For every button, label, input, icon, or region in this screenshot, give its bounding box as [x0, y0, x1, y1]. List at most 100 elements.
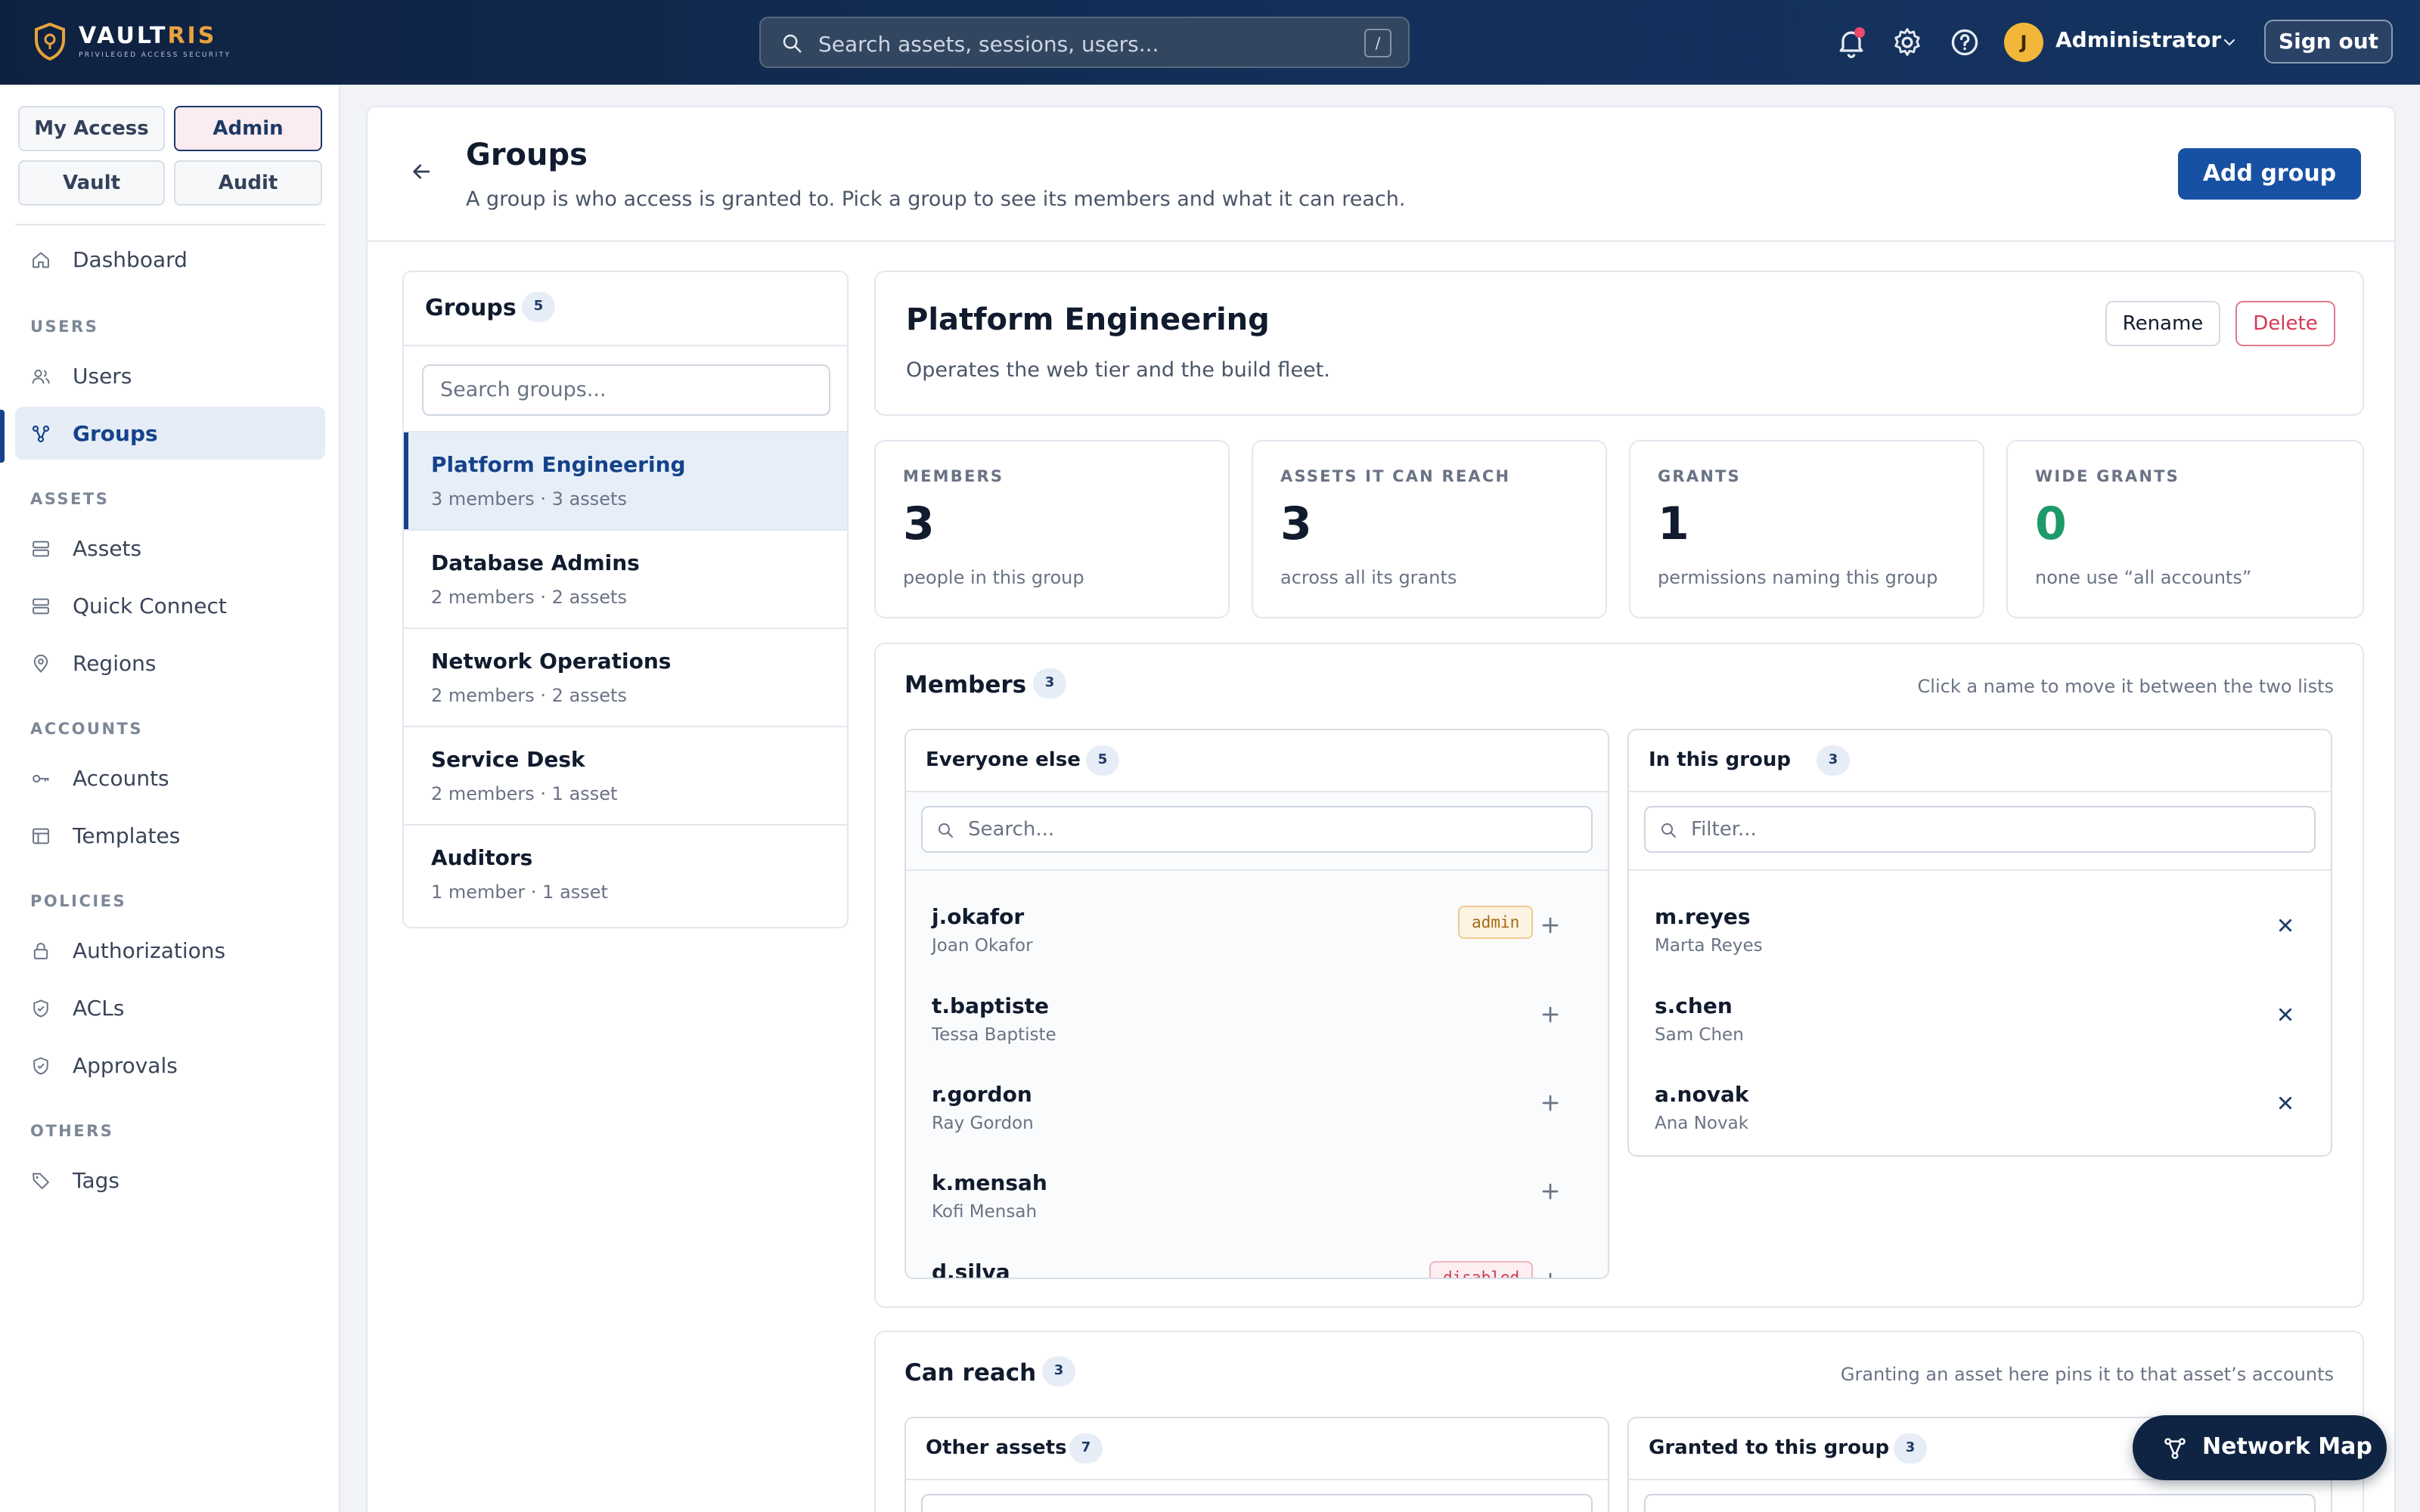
divider [1629, 869, 2331, 871]
brand-tagline: PRIVILEGED ACCESS SECURITY [79, 51, 231, 59]
groups-icon [32, 425, 50, 443]
list-header: Everyone else 5 [906, 730, 1608, 792]
sidebar-item-accounts[interactable]: Accounts [15, 751, 325, 804]
group-item-auditors[interactable]: Auditors 1 member · 1 asset [404, 824, 847, 922]
granted-filter-input[interactable] [1644, 1494, 2316, 1512]
plus-icon[interactable] [1537, 912, 1564, 939]
search-shortcut-key: / [1364, 29, 1392, 57]
sidebar-item-label: Regions [73, 651, 157, 676]
sidebar-item-authorizations[interactable]: Authorizations [15, 924, 325, 977]
add-group-button[interactable]: Add group [2178, 148, 2361, 200]
switch-vault[interactable]: Vault [18, 160, 165, 206]
search-icon [783, 34, 802, 53]
other-assets-list: Other assets 7 [904, 1417, 1609, 1512]
user-menu-name[interactable]: Administrator [2055, 27, 2221, 52]
members-section: Members 3 Click a name to move it betwee… [874, 643, 2364, 1308]
sidebar-item-quick-connect[interactable]: Quick Connect [15, 579, 325, 632]
close-icon[interactable] [2272, 912, 2299, 939]
sidebar-item-regions[interactable]: Regions [15, 637, 325, 689]
gear-icon[interactable] [1891, 26, 1924, 59]
sidebar-item-label: Authorizations [73, 938, 226, 963]
members-title: Members [904, 671, 1027, 699]
full-name: Marta Reyes [1655, 936, 1763, 956]
sidebar-item-dashboard[interactable]: Dashboard [15, 233, 325, 286]
group-item-network-operations[interactable]: Network Operations 2 members · 2 assets [404, 627, 847, 726]
delete-button[interactable]: Delete [2235, 301, 2335, 346]
list-header: Other assets 7 [906, 1418, 1608, 1480]
count-badge: 7 [1069, 1433, 1103, 1464]
main-panel: Groups A group is who access is granted … [366, 106, 2396, 1512]
sidebar-item-acls[interactable]: ACLs [15, 981, 325, 1034]
count-badge: 5 [522, 292, 555, 322]
section-assets: ASSETS [30, 490, 110, 508]
plus-icon[interactable] [1537, 1267, 1564, 1279]
switch-audit[interactable]: Audit [174, 160, 322, 206]
sidebar-item-users[interactable]: Users [15, 349, 325, 402]
group-item-platform-engineering[interactable]: Platform Engineering 3 members · 3 asset… [404, 431, 847, 531]
stat-note: across all its grants [1280, 567, 1457, 588]
sidebar: My Access Admin Vault Audit Dashboard US… [0, 85, 340, 1512]
list-item[interactable]: a.novak Ana Novak [1629, 1071, 2331, 1155]
in-group-filter-input[interactable]: Filter... [1644, 806, 2316, 853]
group-name: Service Desk [431, 747, 585, 772]
sidebar-item-label: Approvals [73, 1053, 178, 1078]
brand-logo[interactable]: VAULTRIS PRIVILEGED ACCESS SECURITY [33, 20, 231, 64]
list-title: Everyone else [926, 748, 1081, 771]
arrow-left-icon[interactable] [410, 160, 433, 183]
section-users: USERS [30, 318, 99, 336]
sidebar-item-label: Tags [73, 1168, 119, 1193]
search-groups-input[interactable]: Search groups... [422, 364, 830, 416]
sidebar-item-label: ACLs [73, 996, 125, 1021]
close-icon[interactable] [2272, 1001, 2299, 1028]
template-icon [33, 828, 49, 844]
divider [404, 345, 847, 346]
username: k.mensah [932, 1170, 1047, 1195]
full-name: Joan Okafor [932, 936, 1033, 956]
can-reach-section: Can reach 3 Granting an asset here pins … [874, 1331, 2364, 1512]
switch-my-access[interactable]: My Access [18, 106, 165, 151]
sidebar-item-templates[interactable]: Templates [15, 809, 325, 862]
list-item[interactable]: k.mensah Kofi Mensah [906, 1160, 1608, 1247]
list-item[interactable]: j.okafor Joan Okafor admin [906, 894, 1608, 981]
members-hint: Click a name to move it between the two … [1917, 676, 2334, 697]
avatar[interactable]: J [2004, 23, 2043, 62]
network-map-button[interactable]: Network Map [2133, 1415, 2387, 1480]
stat-value: 0 [2035, 497, 2067, 550]
full-name: Ray Gordon [932, 1114, 1034, 1133]
stat-note: people in this group [903, 567, 1084, 588]
plus-icon[interactable] [1537, 1001, 1564, 1028]
list-item[interactable]: m.reyes Marta Reyes [1629, 894, 2331, 981]
sign-out-button[interactable]: Sign out [2264, 20, 2393, 64]
sidebar-item-label: Assets [73, 536, 142, 561]
other-assets-search-input[interactable] [921, 1494, 1593, 1512]
search-icon [1661, 823, 1676, 838]
rename-button[interactable]: Rename [2105, 301, 2220, 346]
section-policies: POLICIES [30, 892, 127, 910]
close-icon[interactable] [2272, 1089, 2299, 1117]
plus-icon[interactable] [1537, 1178, 1564, 1205]
sidebar-item-label: Quick Connect [73, 593, 227, 618]
everyone-search-input[interactable]: Search... [921, 806, 1593, 853]
list-item[interactable]: r.gordon Ray Gordon [906, 1071, 1608, 1159]
chevron-down-icon[interactable] [2220, 33, 2238, 51]
header-divider [368, 240, 2394, 242]
list-item[interactable]: d.silva disabled [906, 1249, 1608, 1279]
stat-value: 3 [903, 497, 935, 550]
help-icon[interactable] [1948, 26, 1981, 59]
group-name: Network Operations [431, 649, 672, 674]
top-bar: VAULTRIS PRIVILEGED ACCESS SECURITY Sear… [0, 0, 2420, 85]
placeholder: Search... [968, 818, 1055, 841]
plus-icon[interactable] [1537, 1089, 1564, 1117]
sidebar-item-assets[interactable]: Assets [15, 522, 325, 575]
global-search-input[interactable]: Search assets, sessions, users... / [759, 17, 1410, 68]
group-item-database-admins[interactable]: Database Admins 2 members · 2 assets [404, 529, 847, 627]
list-item[interactable]: t.baptiste Tessa Baptiste [906, 983, 1608, 1070]
group-item-service-desk[interactable]: Service Desk 2 members · 1 asset [404, 726, 847, 824]
group-header-card: Platform Engineering Operates the web ti… [874, 271, 2364, 416]
list-item[interactable]: s.chen Sam Chen [1629, 983, 2331, 1070]
switch-admin[interactable]: Admin [174, 106, 322, 151]
stat-value: 1 [1658, 497, 1689, 550]
sidebar-item-groups[interactable]: Groups [15, 407, 325, 460]
sidebar-item-approvals[interactable]: Approvals [15, 1039, 325, 1092]
sidebar-item-tags[interactable]: Tags [15, 1154, 325, 1207]
